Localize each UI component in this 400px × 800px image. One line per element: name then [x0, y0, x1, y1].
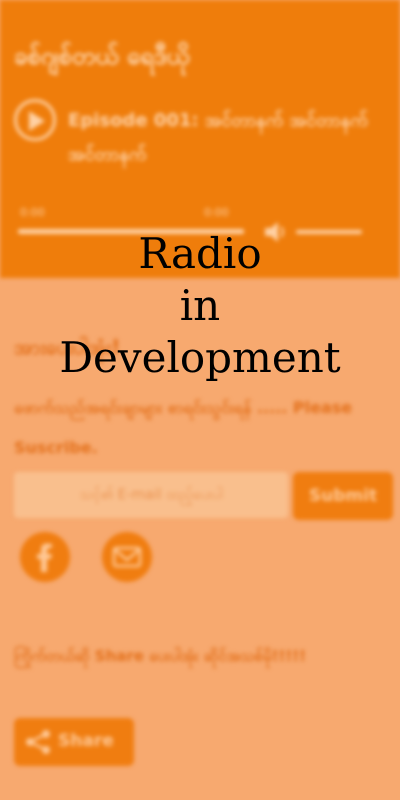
episode-title: Episode 001: အင်တာနက် အင်တာနက်အင်တာနက် — [68, 110, 368, 165]
share-icon — [26, 730, 50, 754]
share-button-label: Share — [58, 731, 114, 751]
overlay-line-3: Development — [59, 333, 341, 382]
app-title: ခစ်ဂျစ်တယ် ရေဒီယို — [14, 42, 190, 70]
facebook-icon — [37, 543, 52, 572]
mail-button[interactable] — [102, 532, 152, 582]
share-prompt: ကြိုက်တယ်ဆို Share ပေးပါအုံး ဆိုင်အသစ်မိ… — [14, 647, 306, 665]
play-button[interactable] — [14, 99, 56, 141]
duration-time: 0:00 — [204, 206, 229, 219]
app-blurred-background: ခစ်ဂျစ်တယ် ရေဒီယို Episode 001: အင်တာနက်… — [0, 0, 400, 800]
submit-button[interactable]: Submit — [293, 472, 393, 520]
email-input[interactable] — [14, 472, 288, 518]
newsletter-description: ဖောက်သည်အရင်းချာများ စာရင်းသွင်းရန် ....… — [14, 398, 353, 457]
overlay-line-1: Radio — [138, 229, 262, 278]
mail-icon — [112, 546, 142, 568]
facebook-button[interactable] — [20, 532, 70, 582]
share-button[interactable]: Share — [14, 718, 134, 766]
overlay-line-2: in — [179, 281, 221, 330]
play-icon — [29, 111, 45, 131]
development-overlay: Radio in Development — [0, 228, 400, 384]
current-time: 0:00 — [20, 206, 45, 219]
